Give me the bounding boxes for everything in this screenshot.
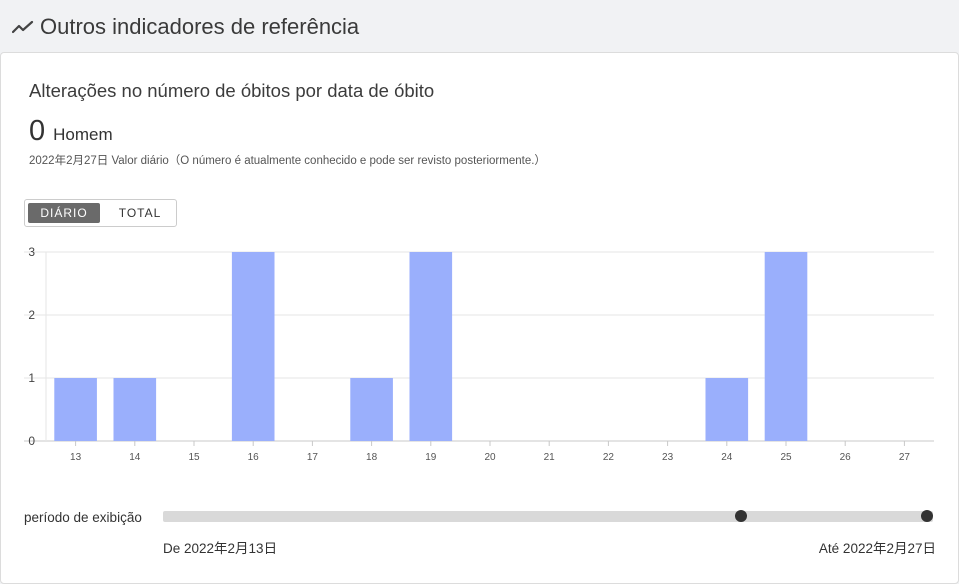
x-tick-label: 18 <box>366 452 378 463</box>
x-tick-label: 26 <box>840 452 852 463</box>
slider-from-date: De 2022年2月13日 <box>163 541 278 556</box>
x-tick-label: 23 <box>662 452 674 463</box>
slider-end-handle[interactable] <box>921 510 933 522</box>
y-tick-label: 0 <box>28 434 35 448</box>
x-tick-label: 27 <box>899 452 911 463</box>
trend-line-icon <box>12 20 34 34</box>
x-tick-label: 22 <box>603 452 615 463</box>
bar <box>409 252 453 441</box>
bar <box>54 378 97 441</box>
bar <box>350 378 393 441</box>
slider-label: período de exibição <box>24 510 142 525</box>
section-header: Outros indicadores de referência <box>12 12 359 42</box>
x-tick-label: 13 <box>70 452 82 463</box>
deaths-bar-chart: 012313 14 15 16 17 18 19 20 21 22 23 24 25 26 27 <box>24 245 934 463</box>
x-tick-label: 15 <box>188 452 200 463</box>
bar <box>764 252 808 441</box>
x-tick-label: 17 <box>307 452 319 463</box>
indicator-card: Alterações no número de óbitos por data … <box>0 52 959 584</box>
x-tick-label: 21 <box>544 452 556 463</box>
section-title: Outros indicadores de referência <box>40 14 360 39</box>
period-slider-track[interactable] <box>163 510 933 522</box>
x-tick-label: 19 <box>425 452 437 463</box>
x-tick-label: 25 <box>780 452 792 463</box>
y-tick-label: 3 <box>28 245 35 259</box>
bar <box>705 378 749 441</box>
x-tick-label: 14 <box>129 452 141 463</box>
x-tick-label: 20 <box>484 452 496 463</box>
slider-to-date: Até 2022年2月27日 <box>818 541 936 556</box>
x-tick-label: 24 <box>721 452 733 463</box>
y-tick-label: 1 <box>28 371 35 385</box>
slider-start-handle[interactable] <box>734 510 747 522</box>
bar <box>113 378 157 441</box>
bar <box>231 252 275 441</box>
x-tick-label: 16 <box>248 452 260 463</box>
y-tick-label: 2 <box>28 308 35 322</box>
